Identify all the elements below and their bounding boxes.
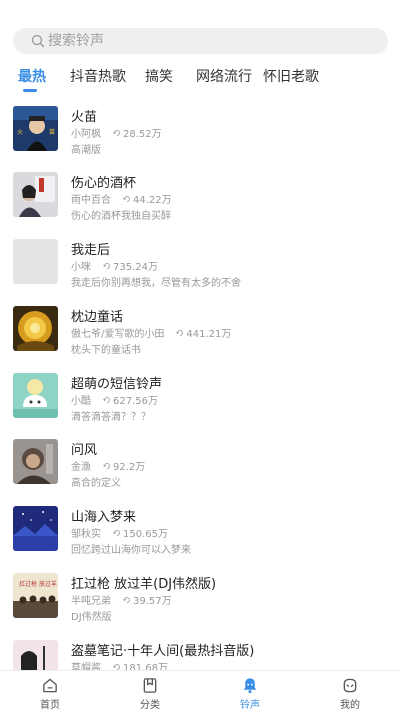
album-cover	[13, 239, 58, 284]
tab-oldies[interactable]: 怀旧老歌	[263, 66, 319, 86]
album-cover	[13, 373, 58, 418]
search-bar[interactable]	[13, 28, 388, 54]
song-meta: 邹秋实 150.65万	[71, 525, 168, 540]
song-description: 高合的定义	[71, 478, 121, 489]
song-meta: 金渔 92.2万	[71, 458, 145, 473]
nav-label: 铃声	[240, 700, 260, 711]
list-item[interactable]: 问风 金渔 92.2万 高合的定义	[0, 431, 400, 497]
album-cover	[13, 306, 58, 351]
play-count-icon	[123, 596, 130, 603]
song-meta: 小酷 627.56万	[71, 392, 158, 407]
nav-label: 我的	[340, 700, 360, 711]
song-description: 滴答滴答滴？？？	[71, 412, 151, 423]
nav-label: 分类	[140, 700, 160, 711]
play-count: 150.65万	[113, 525, 168, 540]
play-count: 44.22万	[123, 191, 172, 206]
album-cover	[13, 439, 58, 484]
song-title: 超萌の短信铃声	[71, 377, 163, 392]
nav-ringtone[interactable]: 铃声	[220, 677, 280, 711]
album-cover	[13, 172, 58, 217]
list-item[interactable]: 超萌の短信铃声 小酷 627.56万 滴答滴答滴？？？	[0, 365, 400, 431]
song-title: 盗墓笔记·十年人间(最热抖音版)	[71, 644, 255, 659]
song-title: 问风	[71, 443, 98, 458]
song-description: DJ伟然版	[71, 612, 112, 623]
search-input[interactable]	[48, 33, 348, 49]
artist-name: 小咪	[71, 262, 91, 273]
song-description: 伤心的酒杯我独自买醉	[71, 211, 171, 222]
song-title: 山海入梦来	[71, 510, 137, 525]
home-icon	[43, 678, 57, 693]
artist-name: 傲七爷/爱写歌的小田	[71, 329, 165, 340]
tab-hot[interactable]: 最热	[18, 66, 46, 86]
song-title: 火苗	[71, 110, 98, 125]
play-count-icon	[103, 462, 110, 469]
profile-icon	[343, 678, 357, 693]
search-icon	[31, 34, 45, 48]
song-description: 回忆跨过山海你可以入梦来	[71, 545, 191, 556]
play-count-icon	[176, 329, 184, 336]
bottom-nav: 首页 分类 铃声 我的	[0, 670, 400, 711]
play-count: 92.2万	[103, 458, 145, 473]
tab-funny[interactable]: 搞笑	[145, 66, 173, 86]
song-description: 高潮版	[71, 145, 101, 156]
play-count-icon	[103, 262, 110, 269]
ringtone-icon	[243, 678, 257, 694]
artist-name: 金渔	[71, 462, 91, 473]
song-meta: 小阿枫 28.52万	[71, 125, 162, 140]
song-title: 我走后	[71, 243, 111, 258]
list-item[interactable]: 我走后 小咪 735.24万 我走后你别再想我，尽管有太多的不舍	[0, 231, 400, 297]
song-title: 扛过枪 放过羊(DJ伟然版)	[71, 577, 217, 592]
artist-name: 雨中百合	[71, 195, 111, 206]
play-count: 735.24万	[103, 258, 158, 273]
play-count: 39.57万	[123, 592, 172, 607]
tab-internet[interactable]: 网络流行	[196, 66, 252, 86]
nav-label: 首页	[40, 700, 60, 711]
svg-text:扛过枪 放过羊: 扛过枪 放过羊	[19, 580, 57, 588]
play-count-icon	[113, 129, 120, 136]
svg-text:火: 火	[17, 129, 23, 136]
nav-category[interactable]: 分类	[120, 677, 180, 711]
artist-name: 小酷	[71, 396, 91, 407]
artist-name: 小阿枫	[71, 129, 101, 140]
album-cover: 火 苗	[13, 106, 58, 151]
list-item[interactable]: 枕边童话 傲七爷/爱写歌的小田 441.21万 枕头下的童话书	[0, 298, 400, 364]
song-title: 枕边童话	[71, 310, 124, 325]
song-meta: 傲七爷/爱写歌的小田 441.21万	[71, 325, 231, 340]
artist-name: 邹秋实	[71, 529, 101, 540]
play-count-icon	[123, 195, 130, 202]
nav-profile[interactable]: 我的	[320, 677, 380, 711]
svg-text:苗: 苗	[49, 128, 55, 136]
play-count-icon	[103, 396, 110, 403]
list-item[interactable]: 火 苗 火苗 小阿枫 28.52万 高潮版	[0, 98, 400, 164]
album-cover: 扛过枪 放过羊	[13, 573, 58, 618]
list-item[interactable]: 扛过枪 放过羊 扛过枪 放过羊(DJ伟然版) 半吨兄弟 39.57万 DJ伟然版	[0, 565, 400, 631]
play-count: 627.56万	[103, 392, 158, 407]
category-icon	[143, 678, 157, 693]
list-item[interactable]: 山海入梦来 邹秋实 150.65万 回忆跨过山海你可以入梦来	[0, 498, 400, 564]
song-title: 伤心的酒杯	[71, 176, 137, 191]
song-description: 我走后你别再想我，尽管有太多的不舍	[71, 278, 241, 289]
song-meta: 小咪 735.24万	[71, 258, 158, 273]
play-count: 28.52万	[113, 125, 162, 140]
nav-home[interactable]: 首页	[20, 677, 80, 711]
artist-name: 半吨兄弟	[71, 596, 111, 607]
song-meta: 雨中百合 44.22万	[71, 191, 172, 206]
category-tabs: 最热 抖音热歌 搞笑 网络流行 怀旧老歌	[0, 62, 400, 92]
play-count-icon	[113, 529, 120, 536]
tab-douyin[interactable]: 抖音热歌	[70, 66, 126, 86]
tab-active-indicator	[23, 89, 37, 92]
album-cover	[13, 506, 58, 551]
list-item[interactable]: 伤心的酒杯 雨中百合 44.22万 伤心的酒杯我独自买醉	[0, 164, 400, 230]
play-count: 441.21万	[176, 325, 231, 340]
song-description: 枕头下的童话书	[71, 345, 141, 356]
song-meta: 半吨兄弟 39.57万	[71, 592, 172, 607]
